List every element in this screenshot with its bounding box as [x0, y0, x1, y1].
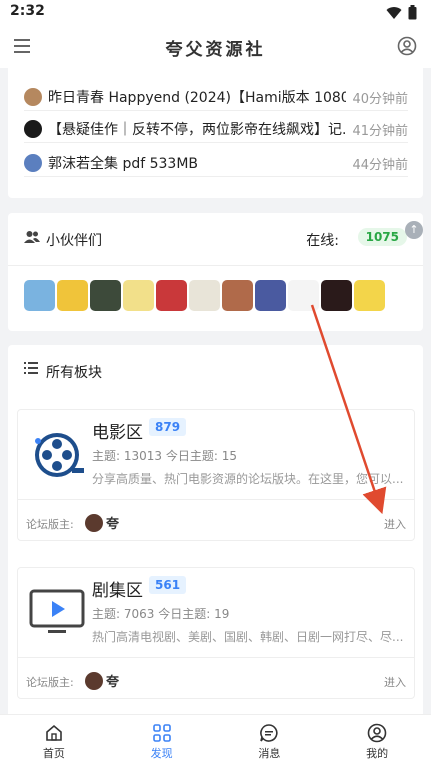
partner-avatars: [24, 280, 385, 311]
tab-label: 消息: [258, 747, 281, 760]
board-count-badge: 879: [149, 418, 187, 436]
tab-messages[interactable]: 消息: [216, 715, 324, 768]
partner-avatar[interactable]: [156, 280, 187, 311]
enter-board-link[interactable]: 进入: [384, 516, 406, 532]
partner-avatar[interactable]: [90, 280, 121, 311]
boards-label: 所有板块: [46, 365, 102, 381]
thread-row[interactable]: 【悬疑佳作｜反转不停，两位影帝在线飙戏】记... 41分钟前: [24, 116, 408, 143]
partner-avatar[interactable]: [123, 280, 154, 311]
board-name: 剧集区: [92, 581, 143, 601]
thread-time: 44分钟前: [352, 157, 408, 173]
partners-card: 小伙伴们 在线: 1075 ↑: [8, 213, 423, 331]
thread-avatar: [24, 120, 42, 138]
tab-home[interactable]: 首页: [0, 715, 108, 768]
partners-header: 小伙伴们 在线: 1075 ↑: [8, 213, 423, 266]
board-description: 热门高清电视剧、美剧、国剧、韩剧、日剧一网打尽、尽...: [92, 630, 404, 644]
recent-threads: 昨日青春 Happyend (2024)【Hami版本 1080P 40分钟前 …: [8, 62, 423, 198]
board-description: 分享高质量、热门电影资源的论坛版块。在这里，您可以...: [92, 472, 404, 486]
tab-profile[interactable]: 我的: [323, 715, 431, 768]
user-icon[interactable]: [397, 36, 417, 56]
moderator-label: 论坛版主:: [26, 676, 74, 689]
scroll-top-icon[interactable]: ↑: [405, 221, 423, 239]
app-title: 夸父资源社: [165, 40, 266, 60]
thread-avatar: [24, 154, 42, 172]
thread-title[interactable]: 【悬疑佳作｜反转不停，两位影帝在线飙戏】记...: [48, 119, 346, 139]
online-count-badge: 1075: [357, 228, 407, 246]
board-name: 电影区: [92, 423, 143, 443]
partner-avatar[interactable]: [321, 280, 352, 311]
divider: [18, 499, 414, 500]
moderator-avatar[interactable]: [85, 514, 103, 532]
system-icons: [386, 5, 417, 20]
partner-avatar[interactable]: [354, 280, 385, 311]
partner-avatar[interactable]: [57, 280, 88, 311]
thread-time: 40分钟前: [352, 91, 408, 107]
home-icon: [46, 724, 62, 741]
moderator-name[interactable]: 夸: [106, 671, 119, 690]
tv-icon: [29, 589, 85, 633]
divider: [18, 657, 414, 658]
online-label: 在线:: [306, 233, 339, 249]
tab-label: 我的: [366, 747, 389, 760]
tab-discover[interactable]: 发现: [108, 715, 216, 768]
thread-title[interactable]: 郭沫若全集 pdf 533MB: [48, 153, 346, 173]
partner-avatar[interactable]: [24, 280, 55, 311]
board-stats: 主题: 7063 今日主题: 19: [92, 607, 230, 621]
users-icon: [24, 231, 40, 243]
moderator-avatar[interactable]: [85, 672, 103, 690]
boards-header: 所有板块: [8, 345, 423, 395]
message-icon: [260, 724, 278, 742]
board-count-badge: 561: [149, 576, 187, 594]
tab-label: 发现: [150, 747, 173, 760]
list-icon: [24, 362, 38, 374]
thread-row[interactable]: 郭沫若全集 pdf 533MB 44分钟前: [24, 150, 408, 177]
board-movies[interactable]: 电影区 879 主题: 13013 今日主题: 15 分享高质量、热门电影资源的…: [17, 409, 415, 541]
film-reel-icon: [35, 433, 84, 477]
status-time: 2:32: [10, 3, 45, 19]
user-icon: [367, 723, 387, 743]
thread-row[interactable]: 昨日青春 Happyend (2024)【Hami版本 1080P 40分钟前: [24, 84, 408, 111]
partner-avatar[interactable]: [189, 280, 220, 311]
partner-avatar[interactable]: [288, 280, 319, 311]
thread-avatar: [24, 88, 42, 106]
battery-icon: [408, 5, 417, 20]
grid-icon: [152, 724, 171, 742]
status-bar: 2:32: [0, 0, 431, 24]
partner-avatar[interactable]: [222, 280, 253, 311]
thread-time: 41分钟前: [352, 123, 408, 139]
moderator-label: 论坛版主:: [26, 518, 74, 531]
partner-avatar[interactable]: [255, 280, 286, 311]
bottom-tab-bar: 首页 发现 消息 我的: [0, 714, 431, 768]
board-stats: 主题: 13013 今日主题: 15: [92, 449, 237, 463]
thread-title[interactable]: 昨日青春 Happyend (2024)【Hami版本 1080P: [48, 87, 346, 107]
tab-label: 首页: [42, 747, 65, 760]
enter-board-link[interactable]: 进入: [384, 674, 406, 690]
moderator-name[interactable]: 夸: [106, 513, 119, 532]
wifi-icon: [386, 6, 402, 19]
partners-label: 小伙伴们: [46, 233, 102, 249]
boards-card: 所有板块 电影区 879 主题: 13013 今日主题: 15 分享高质量、热门…: [8, 345, 423, 725]
board-series[interactable]: 剧集区 561 主题: 7063 今日主题: 19 热门高清电视剧、美剧、国剧、…: [17, 567, 415, 699]
